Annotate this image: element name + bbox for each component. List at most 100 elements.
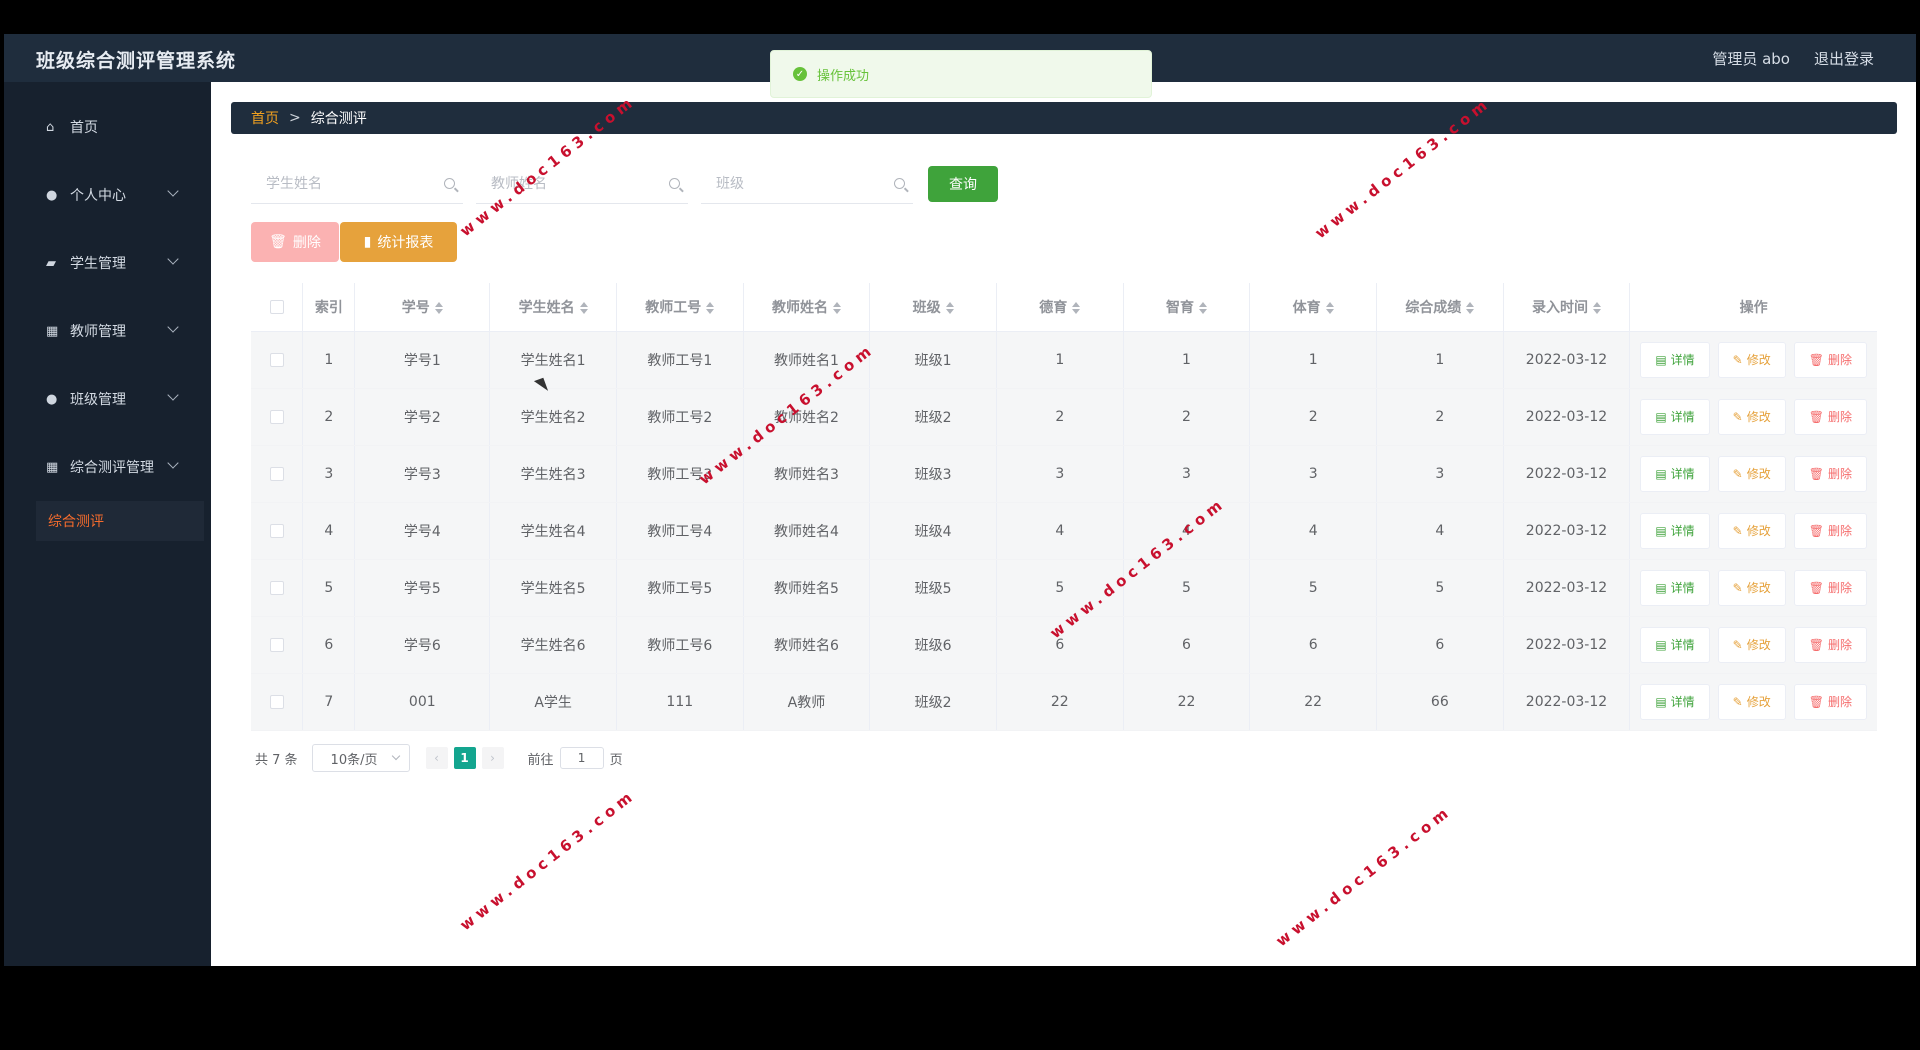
table-cell: 2022-03-12 xyxy=(1503,502,1631,560)
detail-button[interactable]: ▤ 详情 xyxy=(1640,626,1710,663)
sidebar-item-personal-center[interactable]: ● 个人中心 xyxy=(4,161,209,229)
logout-link[interactable]: 退出登录 xyxy=(1814,48,1874,69)
row-actions: ▤ 详情 ✎ 修改 🗑 删除 xyxy=(1629,673,1877,731)
goto-page-input[interactable] xyxy=(559,747,604,769)
sidebar-item-teacher-management[interactable]: ▦ 教师管理 xyxy=(4,297,209,365)
edit-button-label: 修改 xyxy=(1746,524,1771,538)
sort-icon[interactable] xyxy=(832,301,841,314)
edit-button[interactable]: ✎ 修改 xyxy=(1717,569,1786,606)
detail-button-label: 详情 xyxy=(1670,581,1695,595)
table-cell: 3 xyxy=(1249,445,1377,503)
table-cell: 班级2 xyxy=(869,673,997,731)
table-cell: 2 xyxy=(1123,388,1251,446)
detail-button[interactable]: ▤ 详情 xyxy=(1640,569,1710,606)
select-all-checkbox[interactable] xyxy=(269,299,284,314)
user-icon: ● xyxy=(46,187,58,203)
batch-delete-button[interactable]: 🗑 删除 xyxy=(251,222,339,262)
row-checkbox[interactable] xyxy=(269,352,284,367)
user-label[interactable]: 管理员 abo xyxy=(1712,48,1790,69)
row-checkbox[interactable] xyxy=(269,580,284,595)
detail-button-label: 详情 xyxy=(1670,638,1695,652)
edit-button[interactable]: ✎ 修改 xyxy=(1717,455,1786,492)
report-button[interactable]: ▮ 统计报表 xyxy=(340,222,457,262)
column-header[interactable]: 班级 xyxy=(869,283,997,332)
table-cell: 学生姓名2 xyxy=(489,388,617,446)
row-checkbox[interactable] xyxy=(269,694,284,709)
sort-icon[interactable] xyxy=(1198,301,1207,314)
delete-button[interactable]: 🗑 删除 xyxy=(1793,341,1867,378)
column-header[interactable]: 体育 xyxy=(1249,283,1377,332)
prev-page-button[interactable]: ‹ xyxy=(425,747,448,769)
table-cell: 2 xyxy=(302,388,356,446)
edit-button[interactable]: ✎ 修改 xyxy=(1717,626,1786,663)
page-suffix: 页 xyxy=(609,752,623,768)
next-page-button[interactable]: › xyxy=(481,747,504,769)
table-cell: 学生姓名5 xyxy=(489,559,617,617)
sidebar-item-student-management[interactable]: ▰ 学生管理 xyxy=(4,229,209,297)
row-checkbox[interactable] xyxy=(269,523,284,538)
sidebar-item-label: 教师管理 xyxy=(70,324,126,340)
detail-button[interactable]: ▤ 详情 xyxy=(1640,398,1710,435)
class-input[interactable] xyxy=(701,164,913,203)
edit-button-label: 修改 xyxy=(1746,638,1771,652)
page-size-select[interactable]: 10条/页 xyxy=(311,744,410,772)
row-select-cell xyxy=(251,502,304,560)
sidebar-item-home[interactable]: ⌂ 首页 xyxy=(4,93,209,161)
page-number-current[interactable]: 1 xyxy=(453,747,476,769)
sidebar-item-class-management[interactable]: ● 班级管理 xyxy=(4,365,209,433)
column-header[interactable]: 录入时间 xyxy=(1503,283,1631,332)
delete-button-label: 删除 xyxy=(1827,695,1852,709)
column-header[interactable]: 教师姓名 xyxy=(743,283,871,332)
sort-icon[interactable] xyxy=(1466,301,1475,314)
delete-button[interactable]: 🗑 删除 xyxy=(1793,683,1867,720)
column-header[interactable]: 综合成绩 xyxy=(1376,283,1504,332)
detail-button[interactable]: ▤ 详情 xyxy=(1640,455,1710,492)
sort-icon[interactable] xyxy=(579,301,588,314)
report-label: 统计报表 xyxy=(377,235,434,251)
sort-icon[interactable] xyxy=(945,301,954,314)
trash-icon: 🗑 xyxy=(269,234,287,250)
sort-icon[interactable] xyxy=(706,301,715,314)
table-cell: 学号2 xyxy=(354,388,491,446)
sidebar: ⌂ 首页 ● 个人中心 ▰ 学生管理 ▦ 教师管理 ● 班级管理 ▦ 综合测评管… xyxy=(4,82,209,966)
table-cell: 1 xyxy=(996,331,1124,389)
row-checkbox[interactable] xyxy=(269,466,284,481)
sidebar-item-evaluation-management[interactable]: ▦ 综合测评管理 xyxy=(4,433,209,501)
breadcrumb-home[interactable]: 首页 xyxy=(251,108,279,128)
delete-button[interactable]: 🗑 删除 xyxy=(1793,512,1867,549)
table-cell: 2022-03-12 xyxy=(1503,388,1631,446)
table-cell: 学生姓名3 xyxy=(489,445,617,503)
column-header[interactable]: 教师工号 xyxy=(616,283,744,332)
delete-button[interactable]: 🗑 删除 xyxy=(1793,626,1867,663)
delete-button[interactable]: 🗑 删除 xyxy=(1793,455,1867,492)
document-icon: ▤ xyxy=(1655,637,1667,652)
column-header: 操作 xyxy=(1629,283,1877,332)
sort-icon[interactable] xyxy=(434,301,443,314)
detail-button[interactable]: ▤ 详情 xyxy=(1640,683,1710,720)
detail-button[interactable]: ▤ 详情 xyxy=(1640,512,1710,549)
query-button[interactable]: 查询 xyxy=(928,166,998,202)
column-header[interactable]: 学号 xyxy=(354,283,491,332)
document-icon: ▤ xyxy=(1655,466,1667,481)
sort-icon[interactable] xyxy=(1072,301,1081,314)
edit-button[interactable]: ✎ 修改 xyxy=(1717,683,1786,720)
column-header[interactable]: 智育 xyxy=(1123,283,1251,332)
column-header[interactable]: 学生姓名 xyxy=(489,283,617,332)
table-cell: 班级2 xyxy=(869,388,997,446)
edit-button[interactable]: ✎ 修改 xyxy=(1717,341,1786,378)
sort-icon[interactable] xyxy=(1592,301,1601,314)
row-checkbox[interactable] xyxy=(269,409,284,424)
edit-button[interactable]: ✎ 修改 xyxy=(1717,512,1786,549)
detail-button[interactable]: ▤ 详情 xyxy=(1640,341,1710,378)
row-actions: ▤ 详情 ✎ 修改 🗑 删除 xyxy=(1629,616,1877,674)
student-name-input[interactable] xyxy=(251,164,463,203)
pencil-icon: ✎ xyxy=(1732,352,1743,367)
column-header[interactable]: 德育 xyxy=(996,283,1124,332)
delete-button[interactable]: 🗑 删除 xyxy=(1793,398,1867,435)
delete-button[interactable]: 🗑 删除 xyxy=(1793,569,1867,606)
row-checkbox[interactable] xyxy=(269,637,284,652)
sort-icon[interactable] xyxy=(1325,301,1334,314)
sidebar-subitem-evaluation[interactable]: 综合测评 xyxy=(36,501,204,541)
table-cell: 6 xyxy=(302,616,356,674)
edit-button[interactable]: ✎ 修改 xyxy=(1717,398,1786,435)
